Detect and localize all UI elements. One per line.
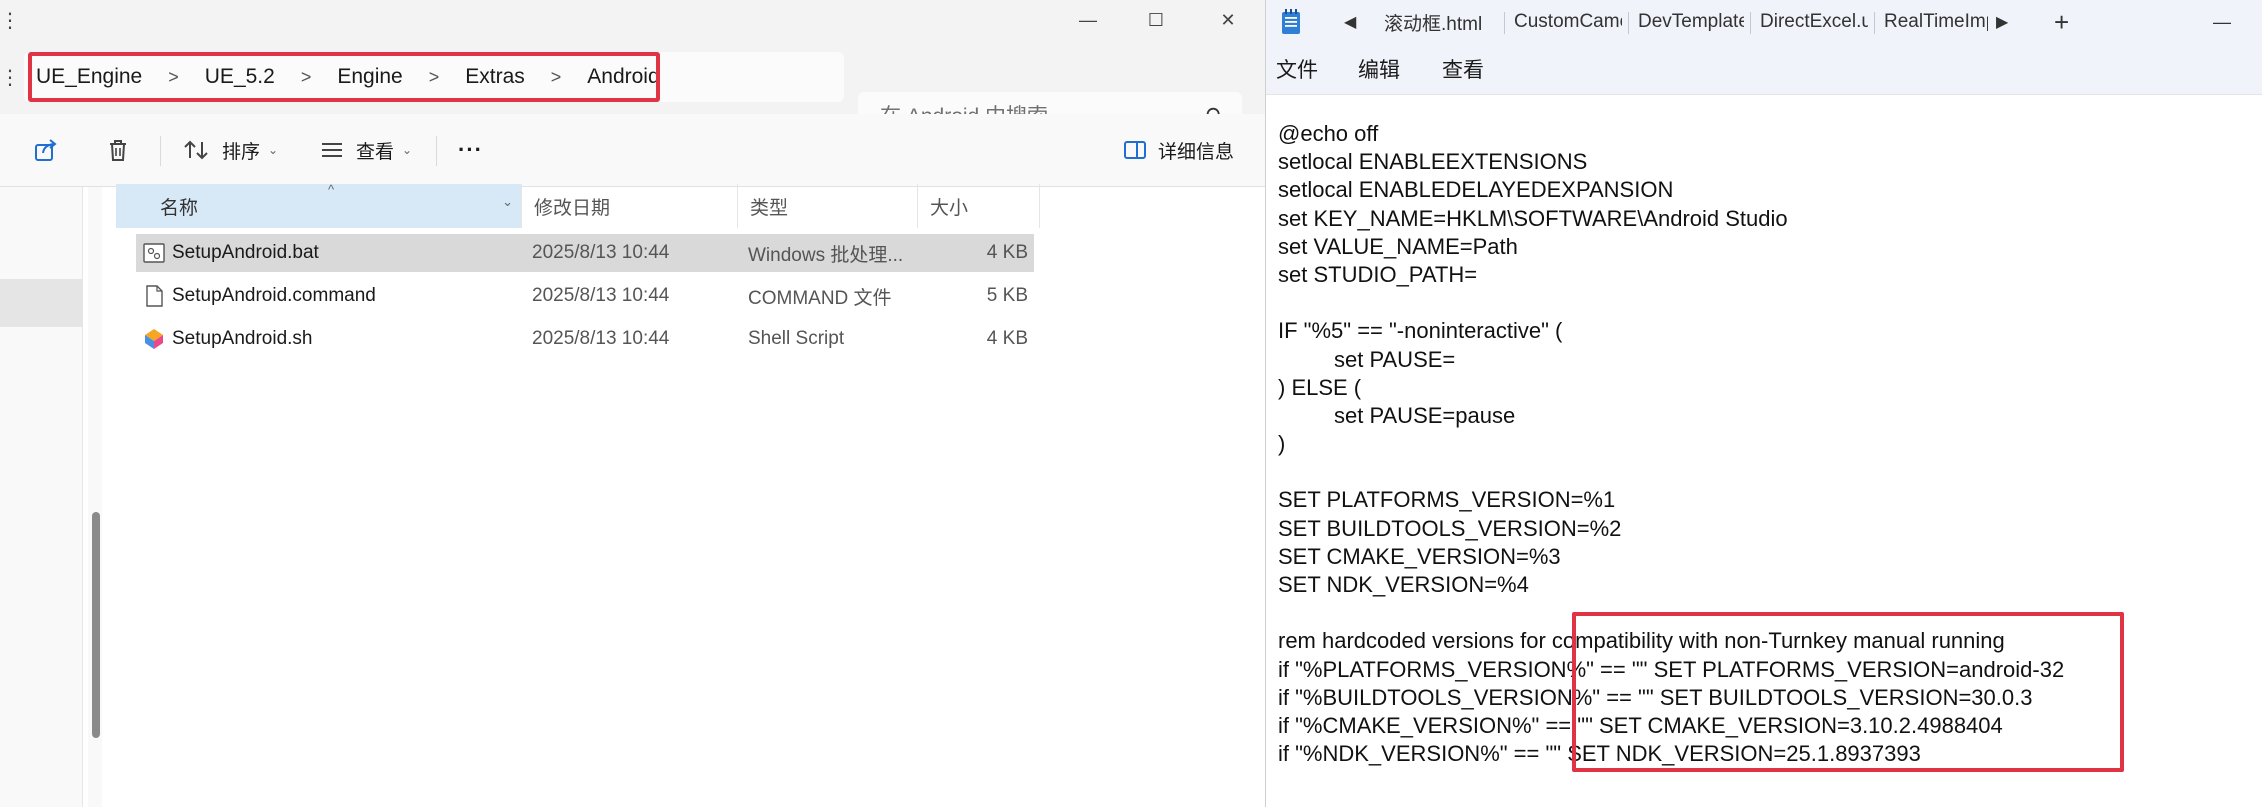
code-line: set KEY_NAME=HKLM\SOFTWARE\Android Studi… (1278, 205, 1788, 231)
table-row[interactable]: SetupAndroid.command 2025/8/13 10:44 COM… (136, 277, 1034, 315)
sort-ascending-icon: ^ (328, 182, 335, 197)
scroll-tabs-left-icon[interactable]: ◀ (1344, 0, 1364, 44)
file-date: 2025/8/13 10:44 (532, 328, 670, 349)
menu-edit[interactable]: 编辑 (1358, 44, 1400, 94)
minimize-button[interactable]: — (2202, 0, 2242, 44)
tab-customcam[interactable]: CustomCame (1514, 0, 1622, 44)
details-pane-button[interactable]: 详细信息 (1122, 132, 1234, 168)
file-date: 2025/8/13 10:44 (532, 242, 670, 263)
tab-separator (1874, 12, 1875, 34)
command-bar: 排序 ⌄ 查看 ⌄ ··· 详细信息 (0, 114, 1265, 187)
file-name: SetupAndroid.bat (172, 242, 319, 263)
view-button[interactable]: 查看 ⌄ (318, 132, 412, 168)
sort-icon (184, 140, 208, 160)
chevron-down-icon: ⌄ (402, 143, 413, 157)
delete-button[interactable] (104, 132, 132, 168)
view-label: 查看 (356, 141, 395, 163)
tab-devtemplate[interactable]: DevTemplate (1638, 0, 1744, 44)
tab-realtimeimp[interactable]: RealTimeImp (1884, 0, 1988, 44)
notepad-menu-bar: 文件 编辑 查看 (1266, 44, 2262, 95)
code-line: IF "%5" == "-noninteractive" ( (1278, 318, 1563, 344)
column-header-row: 名称 ^ ⌄ 修改日期 类型 大小 (116, 182, 1040, 228)
trash-icon (110, 140, 126, 161)
code-line: SET PLATFORMS_VERSION=%1 (1278, 487, 1616, 513)
column-header-type[interactable]: 类型 (738, 184, 918, 228)
file-size: 5 KB (986, 285, 1028, 306)
file-size: 4 KB (986, 328, 1028, 349)
code-highlight-box (1572, 612, 2124, 772)
view-lines-icon (322, 143, 342, 157)
shell-script-icon (145, 329, 163, 349)
file-name: SetupAndroid.command (172, 285, 376, 306)
file-explorer-window: ⋮ — ☐ ✕ ⋮ UE_Engine > UE_5.2 > Engine > … (0, 0, 1265, 807)
code-line: set PAUSE= (1334, 346, 1456, 372)
menu-view[interactable]: 查看 (1442, 44, 1484, 94)
code-line: setlocal ENABLEDELAYEDEXPANSION (1278, 177, 1674, 203)
tab-separator (1504, 12, 1505, 34)
sort-button[interactable]: 排序 ⌄ (182, 132, 278, 168)
file-type: Windows 批处理... (748, 244, 904, 266)
file-type: Shell Script (748, 328, 845, 349)
code-line: ) (1278, 431, 1286, 457)
tab-directexcel[interactable]: DirectExcel.u (1760, 0, 1868, 44)
column-header-size[interactable]: 大小 (918, 184, 1040, 228)
overflow-dots-icon[interactable]: ⋮ (0, 52, 20, 102)
table-row[interactable]: SetupAndroid.sh 2025/8/13 10:44 Shell Sc… (136, 320, 1034, 358)
code-line: set VALUE_NAME=Path (1278, 233, 1518, 259)
tab-scroll-html[interactable]: 滚动框.html (1384, 0, 1498, 44)
minimize-button[interactable]: — (1058, 0, 1118, 40)
code-line: set PAUSE=pause (1334, 402, 1516, 428)
column-header-name[interactable]: 名称 ^ ⌄ (116, 182, 522, 228)
navigation-selected-item[interactable] (0, 279, 82, 327)
file-size: 4 KB (986, 242, 1028, 263)
code-line: SET BUILDTOOLS_VERSION=%2 (1278, 515, 1622, 541)
menu-file[interactable]: 文件 (1276, 44, 1318, 94)
code-line: ) ELSE ( (1278, 374, 1362, 400)
close-button[interactable]: ✕ (1198, 0, 1258, 40)
file-name: SetupAndroid.sh (172, 328, 313, 349)
tab-separator (1750, 12, 1751, 34)
batch-file-icon (143, 243, 165, 263)
maximize-button[interactable]: ☐ (1126, 0, 1186, 40)
toolbar-divider (160, 136, 161, 166)
notepad-app-icon (1282, 9, 1300, 34)
new-tab-button[interactable]: + (2054, 0, 2078, 44)
column-name-label: 名称 (160, 197, 199, 219)
share-button[interactable] (32, 132, 60, 168)
notepad-tab-bar: ◀ 滚动框.html CustomCame DevTemplate Direct… (1266, 0, 2262, 44)
column-header-date[interactable]: 修改日期 (522, 184, 738, 228)
generic-file-icon (146, 285, 163, 307)
details-label: 详细信息 (1158, 141, 1235, 163)
share-icon (35, 139, 57, 161)
chevron-down-icon: ⌄ (268, 143, 279, 157)
code-line: set STUDIO_PATH= (1278, 261, 1478, 287)
code-line: SET NDK_VERSION=%4 (1278, 572, 1529, 597)
code-line: SET CMAKE_VERSION=%3 (1278, 543, 1561, 569)
file-type: COMMAND 文件 (748, 287, 892, 309)
file-date: 2025/8/13 10:44 (532, 285, 670, 306)
sort-label: 排序 (222, 141, 261, 163)
code-line: @echo off (1278, 121, 1379, 146)
table-row[interactable]: SetupAndroid.bat 2025/8/13 10:44 Windows… (136, 234, 1034, 272)
address-highlight-box (28, 52, 660, 102)
tab-separator (1628, 12, 1629, 34)
chevron-down-icon[interactable]: ⌄ (502, 194, 513, 210)
scroll-tabs-right-icon[interactable]: ▶ (1996, 0, 2016, 44)
scrollbar-thumb[interactable] (92, 512, 100, 738)
tab-overflow-dots[interactable]: ⋮ (0, 0, 20, 40)
more-options-button[interactable]: ··· (458, 132, 483, 168)
code-line: setlocal ENABLEEXTENSIONS (1278, 149, 1588, 175)
details-pane-icon (1124, 141, 1146, 159)
toolbar-divider (436, 136, 437, 166)
explorer-title-bar: ⋮ — ☐ ✕ (0, 0, 1265, 40)
